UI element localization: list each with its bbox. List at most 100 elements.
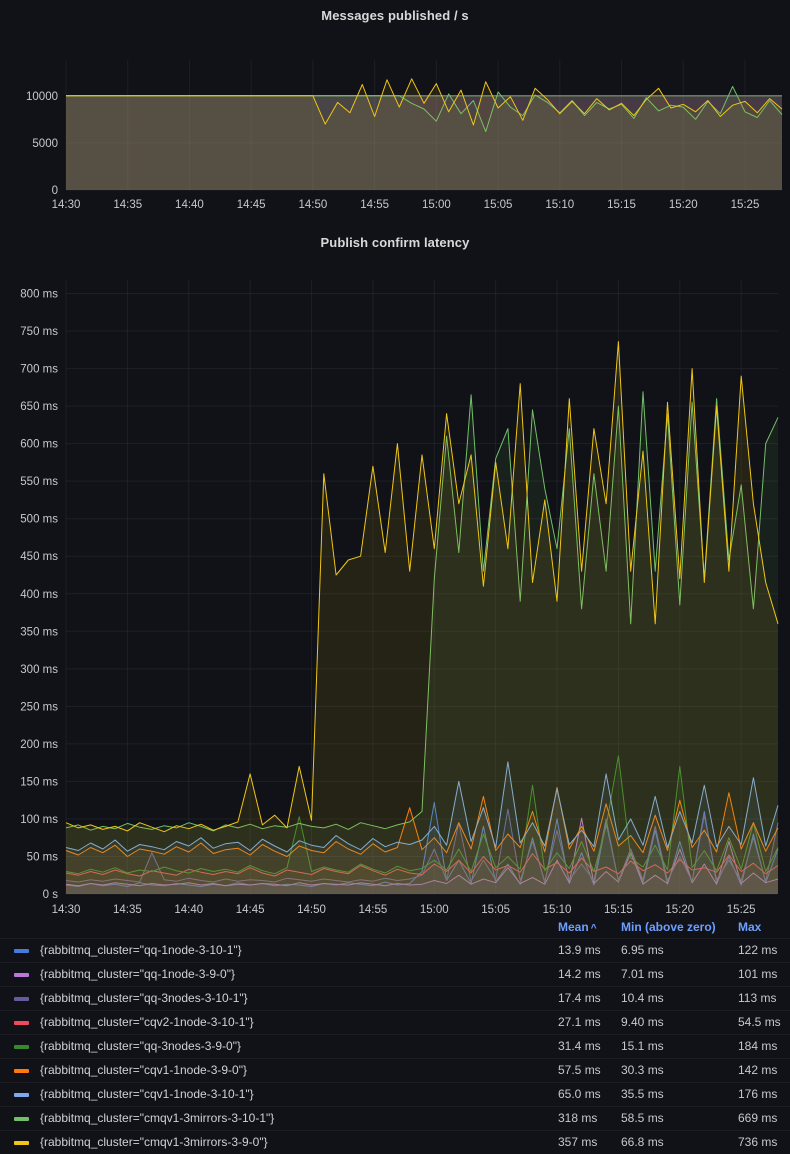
publish-confirm-latency-chart[interactable]: 0 s50 ms100 ms150 ms200 ms250 ms300 ms35… bbox=[20, 280, 778, 916]
series-color-swatch[interactable] bbox=[14, 1093, 29, 1097]
legend-row[interactable]: {rabbitmq_cluster="cqv1-1node-3-9-0"} 57.… bbox=[0, 1058, 790, 1082]
x-tick-label: 15:05 bbox=[481, 904, 510, 916]
series-color-swatch[interactable] bbox=[14, 949, 29, 953]
min-value: 58.5 ms bbox=[621, 1111, 664, 1125]
legend-column-mean[interactable]: Mean^ bbox=[558, 920, 597, 934]
messages-published-chart[interactable]: 050001000014:3014:3514:4014:4514:5014:55… bbox=[26, 60, 782, 211]
x-tick-label: 15:00 bbox=[420, 904, 449, 916]
y-tick-label: 0 s bbox=[43, 889, 59, 901]
x-tick-label: 15:10 bbox=[543, 904, 572, 916]
min-value: 35.5 ms bbox=[621, 1087, 664, 1101]
legend-column-max[interactable]: Max bbox=[738, 920, 761, 934]
max-value: 184 ms bbox=[738, 1039, 777, 1053]
series-label[interactable]: {rabbitmq_cluster="cqv1-1node-3-10-1"} bbox=[40, 1087, 254, 1101]
legend-row[interactable]: {rabbitmq_cluster="cqv2-1node-3-10-1"} 27… bbox=[0, 1010, 790, 1034]
series-label[interactable]: {rabbitmq_cluster="cqv1-1node-3-9-0"} bbox=[40, 1063, 247, 1077]
x-tick-label: 14:35 bbox=[113, 904, 142, 916]
min-value: 30.3 ms bbox=[621, 1063, 664, 1077]
series-label[interactable]: {rabbitmq_cluster="qq-1node-3-9-0"} bbox=[40, 967, 235, 981]
legend-row[interactable]: {rabbitmq_cluster="cmqv1-3mirrors-3-9-0"… bbox=[0, 1130, 790, 1154]
x-tick-label: 14:45 bbox=[237, 199, 266, 211]
series-group bbox=[66, 79, 782, 190]
x-tick-label: 15:15 bbox=[604, 904, 633, 916]
x-tick-label: 14:30 bbox=[52, 904, 81, 916]
min-value: 9.40 ms bbox=[621, 1015, 664, 1029]
x-tick-label: 14:40 bbox=[175, 199, 204, 211]
series-label[interactable]: {rabbitmq_cluster="cqv2-1node-3-10-1"} bbox=[40, 1015, 254, 1029]
y-tick-label: 750 ms bbox=[20, 326, 58, 338]
series-color-swatch[interactable] bbox=[14, 1069, 29, 1073]
legend-row[interactable]: {rabbitmq_cluster="qq-3nodes-3-9-0"} 31.4… bbox=[0, 1034, 790, 1058]
series-label[interactable]: {rabbitmq_cluster="qq-3nodes-3-10-1"} bbox=[40, 991, 248, 1005]
series-label[interactable]: {rabbitmq_cluster="cmqv1-3mirrors-3-10-1… bbox=[40, 1111, 274, 1125]
x-tick-label: 14:45 bbox=[236, 904, 265, 916]
x-tick-label: 14:55 bbox=[360, 199, 389, 211]
legend-header: Mean^ Min (above zero) Max bbox=[0, 918, 790, 938]
min-value: 66.8 ms bbox=[621, 1135, 664, 1149]
series-color-swatch[interactable] bbox=[14, 997, 29, 1001]
x-tick-label: 15:05 bbox=[484, 199, 513, 211]
legend-row[interactable]: {rabbitmq_cluster="cmqv1-3mirrors-3-10-1… bbox=[0, 1106, 790, 1130]
legend-row[interactable]: {rabbitmq_cluster="qq-1node-3-9-0"} 14.2 … bbox=[0, 962, 790, 986]
y-tick-label: 10000 bbox=[26, 91, 58, 103]
mean-value: 27.1 ms bbox=[558, 1015, 601, 1029]
min-value: 6.95 ms bbox=[621, 943, 664, 957]
legend-rows: {rabbitmq_cluster="qq-1node-3-10-1"}13.9… bbox=[0, 938, 790, 1154]
min-value: 15.1 ms bbox=[621, 1039, 664, 1053]
series-label[interactable]: {rabbitmq_cluster="qq-1node-3-10-1"} bbox=[40, 943, 242, 957]
min-value: 7.01 ms bbox=[621, 967, 664, 981]
series-color-swatch[interactable] bbox=[14, 1141, 29, 1145]
y-tick-label: 50 ms bbox=[27, 851, 59, 863]
x-tick-label: 14:50 bbox=[299, 199, 328, 211]
max-value: 113 ms bbox=[738, 991, 776, 1005]
mean-value: 31.4 ms bbox=[558, 1039, 601, 1053]
mean-value: 357 ms bbox=[558, 1135, 597, 1149]
x-tick-label: 14:50 bbox=[297, 904, 326, 916]
max-value: 142 ms bbox=[738, 1063, 777, 1077]
y-tick-label: 250 ms bbox=[20, 701, 58, 713]
y-tick-label: 800 ms bbox=[20, 289, 58, 301]
x-tick-label: 14:35 bbox=[113, 199, 142, 211]
y-tick-label: 200 ms bbox=[20, 739, 58, 751]
y-tick-label: 100 ms bbox=[20, 814, 58, 826]
legend-row[interactable]: {rabbitmq_cluster="cqv1-1node-3-10-1"}65… bbox=[0, 1082, 790, 1106]
legend-column-min[interactable]: Min (above zero) bbox=[621, 920, 716, 934]
panel-title-publish-confirm-latency[interactable]: Publish confirm latency bbox=[0, 235, 790, 250]
x-tick-label: 15:10 bbox=[545, 199, 574, 211]
mean-value: 57.5 ms bbox=[558, 1063, 601, 1077]
max-value: 669 ms bbox=[738, 1111, 777, 1125]
max-value: 101 ms bbox=[738, 967, 777, 981]
legend-row[interactable]: {rabbitmq_cluster="qq-1node-3-10-1"}13.9… bbox=[0, 938, 790, 962]
x-tick-label: 14:55 bbox=[359, 904, 388, 916]
max-value: 176 ms bbox=[738, 1087, 777, 1101]
mean-value: 14.2 ms bbox=[558, 967, 601, 981]
y-tick-label: 400 ms bbox=[20, 589, 58, 601]
x-tick-label: 14:30 bbox=[52, 199, 81, 211]
mean-value: 318 ms bbox=[558, 1111, 597, 1125]
y-tick-label: 150 ms bbox=[20, 776, 58, 788]
legend-table: Mean^ Min (above zero) Max {rabbitmq_clu… bbox=[0, 918, 790, 1144]
series-label[interactable]: {rabbitmq_cluster="qq-3nodes-3-9-0"} bbox=[40, 1039, 241, 1053]
series-color-swatch[interactable] bbox=[14, 973, 29, 977]
x-tick-label: 15:25 bbox=[731, 199, 760, 211]
x-tick-label: 15:20 bbox=[669, 199, 698, 211]
y-tick-label: 300 ms bbox=[20, 664, 58, 676]
y-tick-label: 600 ms bbox=[20, 439, 58, 451]
y-tick-label: 550 ms bbox=[20, 476, 58, 488]
legend-row[interactable]: {rabbitmq_cluster="qq-3nodes-3-10-1"} 17.… bbox=[0, 986, 790, 1010]
panel-title-messages-published[interactable]: Messages published / s bbox=[0, 8, 790, 23]
max-value: 736 ms bbox=[738, 1135, 777, 1149]
x-tick-label: 15:25 bbox=[727, 904, 756, 916]
y-tick-label: 700 ms bbox=[20, 364, 58, 376]
x-tick-label: 15:00 bbox=[422, 199, 451, 211]
series-color-swatch[interactable] bbox=[14, 1117, 29, 1121]
series-color-swatch[interactable] bbox=[14, 1021, 29, 1025]
series-label[interactable]: {rabbitmq_cluster="cmqv1-3mirrors-3-9-0"… bbox=[40, 1135, 268, 1149]
y-tick-label: 450 ms bbox=[20, 551, 58, 563]
series-fill bbox=[66, 342, 778, 894]
series-color-swatch[interactable] bbox=[14, 1045, 29, 1049]
y-tick-label: 650 ms bbox=[20, 401, 58, 413]
min-value: 10.4 ms bbox=[621, 991, 664, 1005]
y-tick-label: 500 ms bbox=[20, 514, 58, 526]
mean-value: 17.4 ms bbox=[558, 991, 601, 1005]
